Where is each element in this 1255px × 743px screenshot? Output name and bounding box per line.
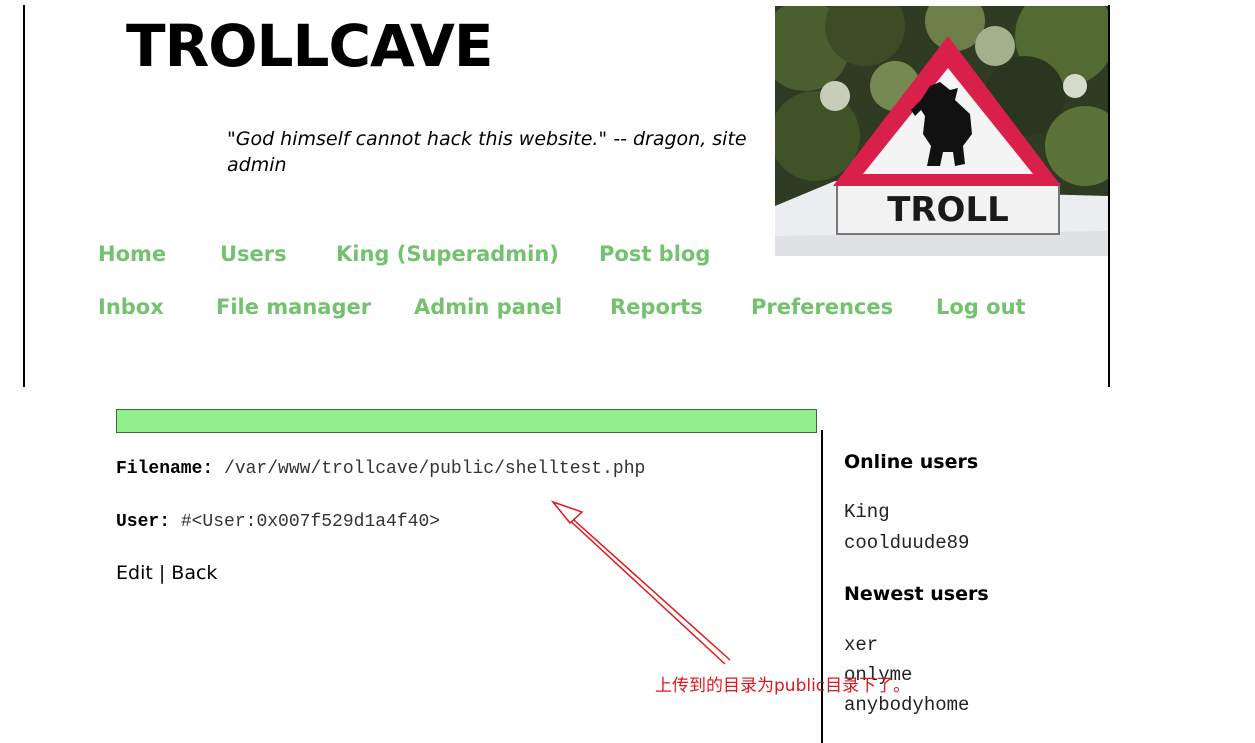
annotation-text: 上传到的目录为public目录下了。 (655, 676, 911, 696)
online-users-heading: Online users (844, 451, 979, 473)
newest-users-heading: Newest users (844, 583, 989, 605)
newest-user-item[interactable]: anybodyhome (844, 694, 969, 716)
nav-inbox[interactable]: Inbox (98, 293, 164, 321)
back-link[interactable]: Back (171, 562, 217, 584)
sidebar-divider (821, 430, 823, 743)
flash-notice-bar (116, 409, 817, 433)
tagline: "God himself cannot hack this website." … (227, 128, 747, 176)
edit-link[interactable]: Edit (116, 562, 153, 584)
troll-sign-image: TROLL (775, 6, 1108, 256)
user-value: #<User:0x007f529d1a4f40> (180, 512, 441, 532)
nav-users[interactable]: Users (220, 240, 287, 268)
actions-separator: | (158, 562, 166, 584)
nav-admin-panel[interactable]: Admin panel (414, 293, 562, 321)
filename-value: /var/www/trollcave/public/shelltest.php (224, 459, 646, 479)
online-user-item[interactable]: coolduude89 (844, 532, 969, 554)
nav-preferences[interactable]: Preferences (751, 293, 893, 321)
nav-file-manager[interactable]: File manager (216, 293, 371, 321)
user-row: User: #<User:0x007f529d1a4f40> (116, 512, 440, 532)
right-border (1108, 5, 1110, 387)
nav-reports[interactable]: Reports (610, 293, 703, 321)
nav-home[interactable]: Home (98, 240, 166, 268)
filename-label: Filename: (116, 459, 214, 479)
user-label: User: (116, 512, 171, 532)
nav-log-out[interactable]: Log out (936, 293, 1026, 321)
site-title: TROLLCAVE (126, 12, 493, 80)
filename-row: Filename: /var/www/trollcave/public/shel… (116, 459, 645, 479)
newest-user-item[interactable]: xer (844, 634, 878, 656)
online-user-item[interactable]: King (844, 501, 890, 523)
nav-king-superadmin[interactable]: King (Superadmin) (336, 240, 559, 268)
file-actions: Edit | Back (116, 562, 217, 584)
left-border (23, 5, 25, 387)
nav-post-blog[interactable]: Post blog (599, 240, 710, 268)
sign-text: TROLL (887, 190, 1009, 230)
